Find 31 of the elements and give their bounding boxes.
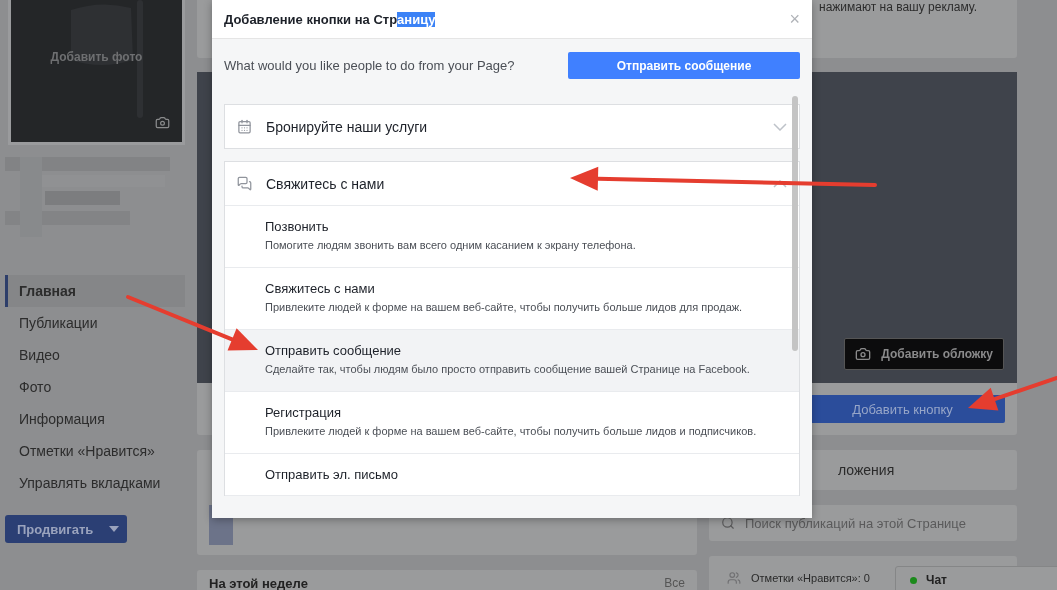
nav-item[interactable]: Информация [5,403,185,435]
camera-icon[interactable] [155,115,170,130]
nav-item[interactable]: Фото [5,371,185,403]
calendar-icon [237,119,252,134]
preview-button[interactable]: Отправить сообщение [568,52,800,79]
users-icon [727,571,741,585]
apps-title: ложения [838,462,895,478]
promote-button[interactable]: Продвигать [5,515,127,543]
chat-icon [237,176,252,191]
chevron-icon [773,122,787,131]
profile-photo-placeholder[interactable]: Добавить фото [8,0,185,145]
nav-item[interactable]: Управлять вкладками [5,467,185,499]
search-icon [721,516,735,530]
chat-bar[interactable]: Чат [895,566,1057,590]
option-item[interactable]: Отправить сообщение Сделайте так, чтобы людям было просто отправить сообщение вашей Странице на Facebook. [225,330,799,392]
scrollbar[interactable] [792,96,798,351]
nav-item[interactable]: Главная [5,275,185,307]
ad-text: нажимают на вашу рекламу. [819,0,977,16]
nav-item[interactable]: Отметки «Нравится» [5,435,185,467]
camera-icon [855,346,872,362]
prompt-text: What would you like people to do from your Page? [224,58,515,73]
section-header[interactable]: Бронируйте наши услуги [225,105,799,148]
nav-item[interactable]: Видео [5,339,185,371]
nav-item[interactable]: Публикации [5,307,185,339]
add-photo-label: Добавить фото [50,50,143,64]
caret-icon [109,526,119,532]
add-cover-button[interactable]: Добавить обложку [844,338,1004,370]
likes-count: Отметки «Нравится»: 0 [751,572,870,584]
week-title: На этой неделе [209,575,308,590]
chevron-icon [773,179,787,188]
see-all-link[interactable]: Все [664,576,685,590]
